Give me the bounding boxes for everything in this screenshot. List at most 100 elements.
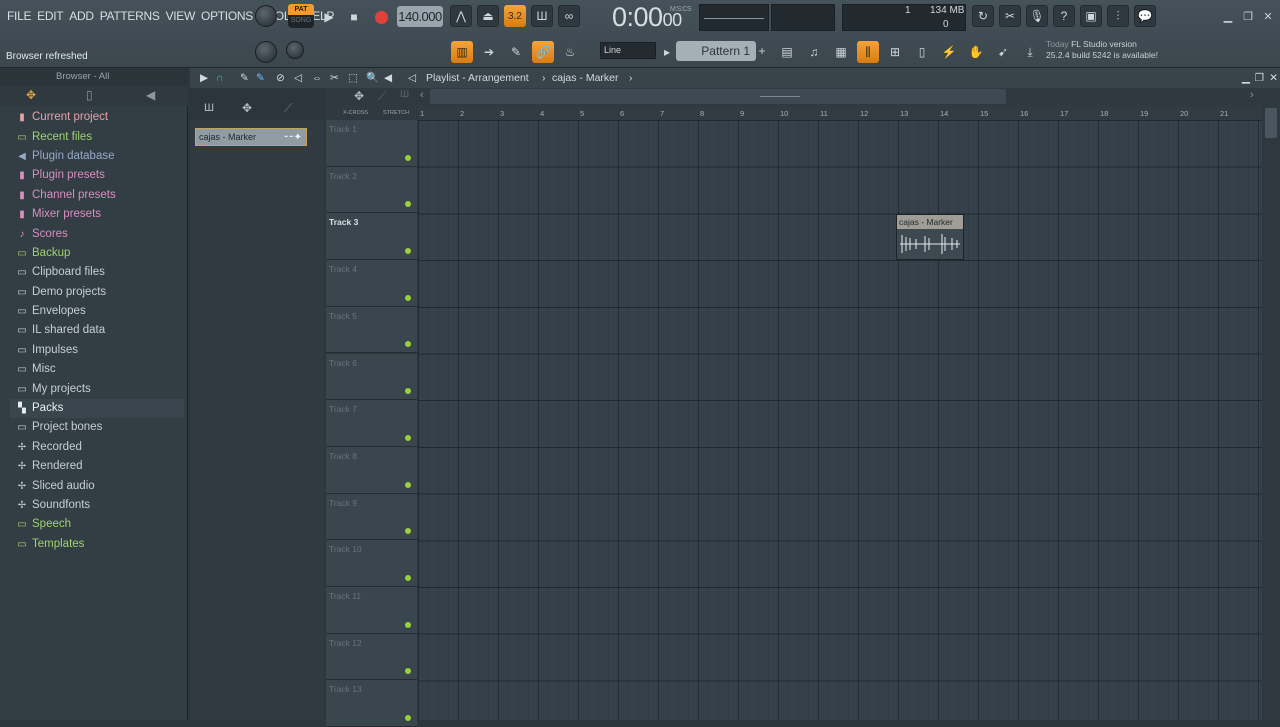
- track-header[interactable]: Track 5: [326, 306, 417, 354]
- news-panel[interactable]: Today FL Studio version 25.2.4 build 524…: [1046, 39, 1176, 65]
- track-header[interactable]: Track 6: [326, 353, 417, 401]
- arrow-button[interactable]: ➔: [478, 41, 500, 63]
- piano-roll-keys-button[interactable]: ▥: [451, 41, 473, 63]
- track-mute-led[interactable]: [405, 481, 411, 488]
- song-mode-label[interactable]: SONG: [288, 15, 314, 26]
- browser-item[interactable]: ◀ Plugin database: [10, 147, 184, 166]
- zoom-tool-icon[interactable]: 🔍: [366, 68, 379, 88]
- browser-header[interactable]: Browser - All: [0, 68, 188, 86]
- track-header[interactable]: Track 2: [326, 166, 417, 214]
- loop-record-button[interactable]: ∞: [558, 5, 580, 27]
- browser-expand-icon[interactable]: ✥: [26, 88, 36, 102]
- channel-rack-button[interactable]: ▦: [830, 41, 852, 63]
- playlist-menu-arrow[interactable]: ▶: [200, 68, 208, 88]
- save-button[interactable]: ▣: [1080, 5, 1102, 27]
- small-knob[interactable]: [286, 41, 304, 59]
- menu-edit[interactable]: EDIT: [34, 9, 66, 23]
- draw-tool-icon[interactable]: ✎: [240, 68, 249, 88]
- pattern-prev-button[interactable]: ▸: [661, 41, 673, 63]
- automation-curve-icon[interactable]: ⟋: [378, 89, 386, 104]
- picker-clip-item[interactable]: cajas - Marker ⁃⁃✦: [195, 128, 307, 146]
- playlist-maximize-icon[interactable]: ❐: [1255, 68, 1264, 88]
- mixer-button[interactable]: ⫼: [857, 41, 879, 63]
- browser-item[interactable]: ▭ IL shared data: [10, 321, 184, 340]
- browser-item[interactable]: ▭ Clipboard files: [10, 263, 184, 282]
- track-mute-led[interactable]: [405, 434, 411, 441]
- master-volume-knob[interactable]: [255, 5, 277, 27]
- track-mute-led[interactable]: [405, 341, 411, 348]
- master-pitch-knob[interactable]: [255, 41, 277, 63]
- slice-tool-icon[interactable]: ✂: [330, 68, 339, 88]
- browser-back-icon[interactable]: ◀: [146, 88, 155, 102]
- browser-item[interactable]: ▭ My projects: [10, 379, 184, 398]
- track-header[interactable]: Track 1: [326, 120, 417, 167]
- mixer-routing-button[interactable]: ⫶: [1107, 5, 1129, 27]
- link-button[interactable]: 🔗: [532, 41, 554, 63]
- playlist-grid[interactable]: [418, 120, 1262, 720]
- scroll-left-icon[interactable]: ‹: [420, 89, 424, 101]
- pat-mode-label[interactable]: PAT: [288, 4, 314, 15]
- browser-item[interactable]: ▭ Templates: [10, 535, 184, 554]
- track-header[interactable]: Track 4: [326, 260, 417, 307]
- project-button[interactable]: ▯: [911, 41, 933, 63]
- track-header[interactable]: Track 8: [326, 446, 417, 494]
- browser-item[interactable]: ▮ Current project: [10, 108, 184, 127]
- plugin-button[interactable]: ⚡: [938, 41, 960, 63]
- browser-item[interactable]: ▭ Project bones: [10, 418, 184, 437]
- horizontal-scrollbar[interactable]: [430, 89, 1006, 104]
- scroll-right-icon[interactable]: ›: [1250, 89, 1254, 101]
- browser-item[interactable]: ✢ Soundfonts: [10, 496, 184, 515]
- browser-item[interactable]: ✢ Sliced audio: [10, 476, 184, 495]
- menu-patterns[interactable]: PATTERNS: [97, 9, 163, 23]
- undo-history-button[interactable]: ↻: [972, 5, 994, 27]
- pattern-song-toggle[interactable]: PAT SONG: [288, 4, 314, 28]
- snap-select[interactable]: Line: [600, 42, 656, 59]
- browser-item[interactable]: ▭ Impulses: [10, 341, 184, 360]
- download-button[interactable]: ⤓: [1019, 41, 1041, 63]
- browser-item[interactable]: ▭ Backup: [10, 244, 184, 263]
- browser-item[interactable]: ▚ Packs: [10, 398, 184, 419]
- chat-button[interactable]: 💬: [1134, 5, 1156, 27]
- track-header[interactable]: Track 13: [326, 680, 417, 727]
- time-signature-button[interactable]: 3.2: [504, 5, 526, 27]
- track-mute-led[interactable]: [405, 248, 411, 255]
- browser-item[interactable]: ▭ Demo projects: [10, 283, 184, 302]
- track-header[interactable]: Track 9: [326, 493, 417, 541]
- piano-roll-button[interactable]: ♫: [803, 41, 825, 63]
- track-header[interactable]: Track 3: [326, 213, 417, 261]
- pencil-tool-button[interactable]: ✎: [505, 41, 527, 63]
- play-button[interactable]: ▶: [318, 6, 340, 28]
- select-tool-icon[interactable]: ⬚: [348, 68, 358, 88]
- metronome-button[interactable]: ⋀: [450, 5, 472, 27]
- track-header[interactable]: Track 12: [326, 633, 417, 681]
- vertical-scroll-thumb[interactable]: [1265, 108, 1277, 138]
- stop-button[interactable]: ■: [343, 6, 365, 28]
- track-mute-led[interactable]: [405, 201, 411, 208]
- track-mute-led[interactable]: [405, 294, 411, 301]
- menu-view[interactable]: VIEW: [163, 9, 198, 23]
- browser-toggle-button[interactable]: ⊞: [884, 41, 906, 63]
- playlist-minimize-icon[interactable]: ▁: [1242, 68, 1250, 88]
- track-mute-led[interactable]: [405, 621, 411, 628]
- playlist-button[interactable]: ▤: [776, 41, 798, 63]
- menu-add[interactable]: ADD: [66, 9, 96, 23]
- pattern-small-icon[interactable]: Ш: [400, 89, 409, 100]
- vertical-scrollbar[interactable]: [1262, 88, 1280, 720]
- browser-item[interactable]: ▮ Channel presets: [10, 186, 184, 205]
- track-header[interactable]: Track 7: [326, 400, 417, 447]
- timeline-ruler[interactable]: 1 2 3 4 5 6 7 8 9 10 11 12 13 14 15 16 17 18 19 20 21: [418, 106, 1262, 120]
- playback-tool-icon[interactable]: ◀: [384, 68, 392, 88]
- performance-button[interactable]: ➹: [992, 41, 1014, 63]
- browser-item[interactable]: ▭ Speech: [10, 515, 184, 534]
- browser-file-icon[interactable]: ▯: [86, 88, 93, 102]
- browser-item[interactable]: ✢ Recorded: [10, 438, 184, 457]
- tempo-display[interactable]: 140.000: [397, 6, 443, 27]
- song-time-display[interactable]: 0:0000 M:S:CS: [612, 2, 696, 32]
- magnet-icon[interactable]: ∩: [216, 68, 224, 88]
- track-mute-led[interactable]: [405, 388, 411, 395]
- browser-item[interactable]: ▮ Mixer presets: [10, 205, 184, 224]
- track-header[interactable]: Track 11: [326, 587, 417, 634]
- playlist-close-icon[interactable]: ✕: [1269, 68, 1278, 88]
- track-mute-led[interactable]: [405, 528, 411, 535]
- picker-automation-icon[interactable]: ⟋: [284, 101, 292, 116]
